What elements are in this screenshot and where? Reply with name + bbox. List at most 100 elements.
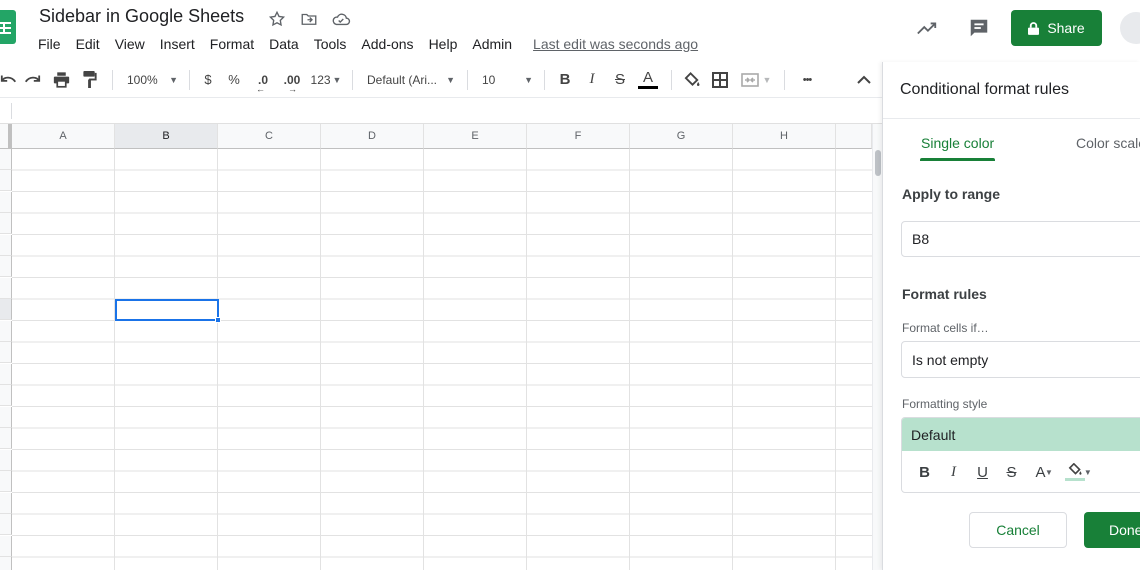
fill-color-icon[interactable] [680, 66, 704, 94]
formula-bar[interactable] [0, 98, 882, 124]
style-italic-button[interactable]: I [939, 464, 968, 481]
menu-format[interactable]: Format [210, 34, 254, 54]
fill-handle[interactable] [215, 317, 221, 323]
row-header[interactable] [0, 321, 12, 342]
row-header[interactable] [0, 149, 12, 170]
move-folder-icon[interactable] [298, 8, 320, 30]
tab-single-color[interactable]: Single color [919, 135, 996, 161]
style-bold-button[interactable]: B [910, 464, 939, 481]
column-header-i[interactable] [836, 124, 872, 149]
row-header[interactable] [0, 170, 12, 191]
row-header[interactable] [0, 256, 12, 277]
text-color-letter: A [642, 69, 653, 86]
style-strikethrough-button[interactable]: S [997, 464, 1026, 481]
select-all-corner[interactable] [0, 124, 12, 149]
menu-admin[interactable]: Admin [472, 34, 512, 54]
row-header[interactable] [0, 364, 12, 385]
font-family-select[interactable]: Default (Ari... ▼ [361, 66, 459, 94]
column-header-e[interactable]: E [424, 124, 527, 149]
column-header-b[interactable]: B [115, 124, 218, 149]
style-underline-button[interactable]: U [968, 464, 997, 481]
menu-tools[interactable]: Tools [314, 34, 347, 54]
apply-to-range-label: Apply to range [902, 186, 1001, 202]
format-cells-if-label: Format cells if… [902, 321, 989, 335]
sidebar-title: Conditional format rules [900, 81, 1069, 98]
borders-icon[interactable] [704, 66, 736, 94]
row-header[interactable] [0, 342, 12, 363]
row-header[interactable] [0, 235, 12, 256]
menu-help[interactable]: Help [429, 34, 458, 54]
comments-icon[interactable] [965, 14, 993, 42]
last-edit-link[interactable]: Last edit was seconds ago [533, 36, 698, 52]
row-header[interactable] [0, 493, 12, 514]
column-header-g[interactable]: G [630, 124, 733, 149]
document-title[interactable]: Sidebar in Google Sheets [39, 6, 244, 27]
condition-select[interactable]: Is not empty [901, 341, 1140, 378]
cancel-button[interactable]: Cancel [969, 512, 1067, 548]
merge-cells-icon[interactable]: ▼ [736, 66, 776, 94]
menu-addons[interactable]: Add-ons [361, 34, 413, 54]
percent-format-button[interactable]: % [218, 66, 250, 94]
redo-icon[interactable] [18, 66, 46, 94]
star-icon[interactable] [266, 8, 288, 30]
font-size-select[interactable]: 10 ▼ [476, 66, 536, 94]
more-formats-select[interactable]: 123 ▼ [308, 66, 344, 94]
row-header[interactable] [0, 557, 12, 570]
spreadsheet-grid[interactable]: A B C D E F G H [0, 124, 882, 570]
zoom-select[interactable]: 100% ▼ [121, 66, 181, 94]
increase-decimal-button[interactable]: .00 → [276, 66, 308, 94]
toolbar: 100% ▼ $ % .0 ← .00 → 123 ▼ Default (Ari..… [0, 62, 882, 98]
menu-view[interactable]: View [115, 34, 145, 54]
toolbar-divider [544, 69, 545, 90]
row-header[interactable] [0, 536, 12, 557]
strikethrough-button[interactable]: S [607, 66, 633, 94]
text-color-button[interactable]: A [633, 66, 663, 94]
scrollbar-thumb[interactable] [875, 150, 881, 176]
row-header[interactable] [0, 192, 12, 213]
sheets-logo[interactable] [0, 10, 16, 44]
currency-format-button[interactable]: $ [198, 66, 218, 94]
account-avatar[interactable] [1120, 10, 1140, 46]
row-header[interactable] [0, 385, 12, 406]
menu-edit[interactable]: Edit [76, 34, 100, 54]
cell-area[interactable] [12, 149, 872, 570]
range-input[interactable]: B8 [901, 221, 1140, 257]
arrow-right-icon: → [288, 83, 297, 94]
column-header-a[interactable]: A [12, 124, 115, 149]
column-header-d[interactable]: D [321, 124, 424, 149]
active-cell-b8[interactable] [115, 299, 221, 323]
menu-insert[interactable]: Insert [160, 34, 195, 54]
tab-color-scale[interactable]: Color scale [1076, 135, 1140, 151]
header-actions: Share [913, 10, 1140, 46]
share-button[interactable]: Share [1011, 10, 1102, 46]
italic-button[interactable]: I [577, 66, 607, 94]
row-header[interactable] [0, 407, 12, 428]
column-header-f[interactable]: F [527, 124, 630, 149]
row-header[interactable] [0, 213, 12, 234]
paint-format-icon[interactable] [76, 66, 104, 94]
more-options-button[interactable]: ••• [793, 66, 821, 94]
vertical-scrollbar[interactable] [872, 124, 882, 570]
menu-data[interactable]: Data [269, 34, 299, 54]
done-button[interactable]: Done [1084, 512, 1140, 548]
toolbar-divider [671, 69, 672, 90]
row-header[interactable] [0, 278, 12, 299]
row-header[interactable] [0, 428, 12, 449]
cloud-status-icon[interactable] [330, 8, 352, 30]
sidebar-divider [883, 118, 1140, 119]
menu-file[interactable]: File [38, 34, 61, 54]
column-header-c[interactable]: C [218, 124, 321, 149]
row-header[interactable] [0, 471, 12, 492]
decrease-decimal-button[interactable]: .0 ← [250, 66, 276, 94]
row-header[interactable] [0, 450, 12, 471]
collapse-menu-icon[interactable] [854, 66, 874, 94]
more-formats-label: 123 [310, 72, 331, 87]
row-header[interactable] [0, 514, 12, 535]
activity-trend-icon[interactable] [913, 14, 941, 42]
undo-icon[interactable] [0, 66, 18, 94]
row-header-selected[interactable] [0, 299, 12, 320]
style-preview[interactable]: Default [902, 418, 1140, 451]
column-header-h[interactable]: H [733, 124, 836, 149]
bold-button[interactable]: B [553, 66, 577, 94]
print-icon[interactable] [46, 66, 76, 94]
